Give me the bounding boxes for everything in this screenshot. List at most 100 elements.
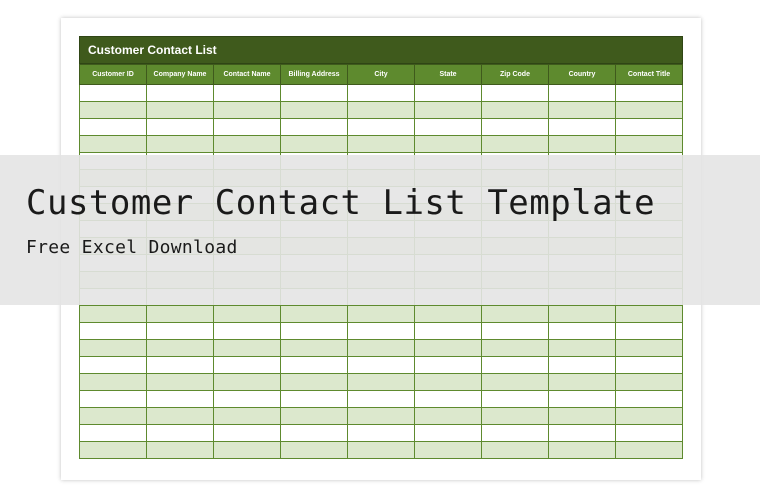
table-cell xyxy=(415,442,482,459)
table-cell xyxy=(348,306,415,323)
table-cell xyxy=(281,357,348,374)
table-cell xyxy=(415,85,482,102)
table-cell xyxy=(348,85,415,102)
table-cell xyxy=(147,102,214,119)
table-row xyxy=(80,391,683,408)
table-cell xyxy=(549,102,616,119)
table-cell xyxy=(214,374,281,391)
table-cell xyxy=(147,323,214,340)
table-cell xyxy=(281,374,348,391)
table-cell xyxy=(214,85,281,102)
table-cell xyxy=(616,425,683,442)
table-cell xyxy=(415,425,482,442)
table-cell xyxy=(214,136,281,153)
table-cell xyxy=(80,374,147,391)
table-cell xyxy=(147,119,214,136)
table-cell xyxy=(281,340,348,357)
table-cell xyxy=(214,442,281,459)
table-cell xyxy=(281,119,348,136)
table-cell xyxy=(549,323,616,340)
table-cell xyxy=(616,306,683,323)
table-cell xyxy=(348,391,415,408)
overlay-subtitle: Free Excel Download xyxy=(26,237,760,258)
table-cell xyxy=(415,391,482,408)
table-cell xyxy=(214,306,281,323)
table-cell xyxy=(147,374,214,391)
table-cell xyxy=(616,136,683,153)
table-cell xyxy=(415,408,482,425)
table-cell xyxy=(214,340,281,357)
table-cell xyxy=(80,357,147,374)
table-cell xyxy=(214,323,281,340)
table-cell xyxy=(348,102,415,119)
table-row xyxy=(80,425,683,442)
col-billing-address: Billing Address xyxy=(281,65,348,85)
table-cell xyxy=(80,136,147,153)
table-cell xyxy=(348,323,415,340)
table-cell xyxy=(214,408,281,425)
table-row xyxy=(80,85,683,102)
table-cell xyxy=(214,425,281,442)
table-cell xyxy=(348,136,415,153)
table-cell xyxy=(549,119,616,136)
table-cell xyxy=(147,340,214,357)
table-cell xyxy=(147,391,214,408)
table-cell xyxy=(616,323,683,340)
col-company-name: Company Name xyxy=(147,65,214,85)
table-cell xyxy=(616,102,683,119)
table-cell xyxy=(482,442,549,459)
table-cell xyxy=(348,119,415,136)
table-row xyxy=(80,340,683,357)
table-cell xyxy=(482,136,549,153)
promo-overlay: Customer Contact List Template Free Exce… xyxy=(0,155,760,305)
table-cell xyxy=(348,425,415,442)
table-header-row: Customer ID Company Name Contact Name Bi… xyxy=(80,65,683,85)
table-cell xyxy=(281,102,348,119)
table-cell xyxy=(482,408,549,425)
overlay-title: Customer Contact List Template xyxy=(26,183,760,223)
table-cell xyxy=(80,119,147,136)
table-cell xyxy=(415,102,482,119)
table-row xyxy=(80,102,683,119)
table-cell xyxy=(348,442,415,459)
table-row xyxy=(80,408,683,425)
table-cell xyxy=(80,306,147,323)
table-row xyxy=(80,306,683,323)
table-cell xyxy=(415,340,482,357)
col-customer-id: Customer ID xyxy=(80,65,147,85)
table-cell xyxy=(147,136,214,153)
table-cell xyxy=(549,136,616,153)
col-state: State xyxy=(415,65,482,85)
table-cell xyxy=(482,425,549,442)
table-cell xyxy=(549,374,616,391)
table-cell xyxy=(80,408,147,425)
table-cell xyxy=(214,391,281,408)
table-row xyxy=(80,136,683,153)
table-row xyxy=(80,442,683,459)
table-cell xyxy=(616,408,683,425)
table-cell xyxy=(348,357,415,374)
table-cell xyxy=(482,323,549,340)
table-cell xyxy=(80,442,147,459)
table-cell xyxy=(80,85,147,102)
col-zip-code: Zip Code xyxy=(482,65,549,85)
table-cell xyxy=(281,323,348,340)
table-cell xyxy=(214,102,281,119)
table-cell xyxy=(482,306,549,323)
table-cell xyxy=(616,374,683,391)
table-cell xyxy=(549,340,616,357)
table-cell xyxy=(482,85,549,102)
table-cell xyxy=(80,323,147,340)
table-cell xyxy=(281,391,348,408)
sheet-title: Customer Contact List xyxy=(79,36,683,64)
table-cell xyxy=(281,408,348,425)
table-cell xyxy=(482,391,549,408)
table-cell xyxy=(549,85,616,102)
table-cell xyxy=(281,442,348,459)
table-cell xyxy=(281,136,348,153)
table-row xyxy=(80,374,683,391)
table-cell xyxy=(214,119,281,136)
table-cell xyxy=(482,357,549,374)
table-cell xyxy=(80,102,147,119)
table-cell xyxy=(281,425,348,442)
